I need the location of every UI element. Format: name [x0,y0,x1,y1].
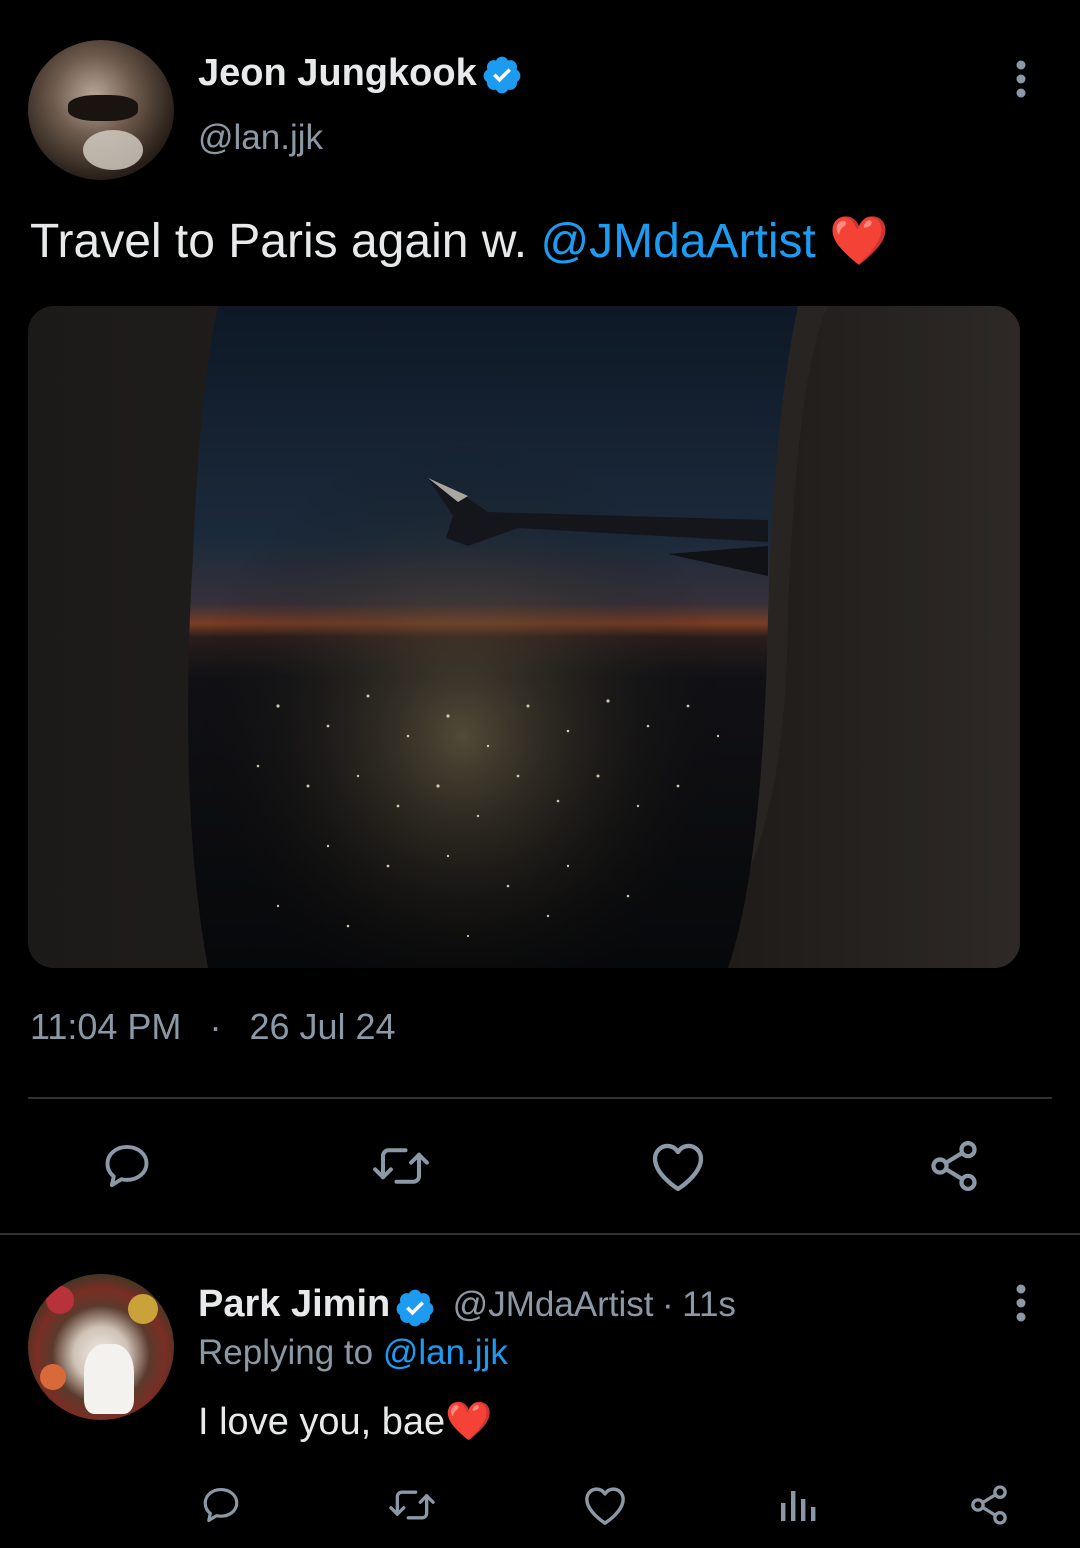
retweet-icon[interactable] [384,1480,440,1530]
retweet-icon[interactable] [368,1136,434,1196]
heart-icon[interactable] [580,1480,630,1530]
author-name[interactable]: Jeon Jungkook [198,52,523,96]
reply-time[interactable]: 11s [682,1285,736,1324]
divider [0,1233,1080,1235]
mention-link[interactable]: @JMdaArtist [540,215,815,268]
share-icon[interactable] [924,1136,984,1196]
tweet-image[interactable] [28,306,1020,968]
tweet-timestamp[interactable]: 11:04 PM · 26 Jul 24 [30,1006,396,1048]
replying-to-handle[interactable]: @lan.jjk [383,1333,508,1372]
reply-author-name[interactable]: Park Jimin [198,1283,390,1325]
reply-header: Park Jimin @JMdaArtist · 11s [198,1283,736,1333]
author-avatar[interactable] [28,40,174,180]
more-vertical-icon[interactable] [1000,1280,1042,1326]
verified-badge-icon [394,1287,436,1329]
replying-to: Replying to @lan.jjk [198,1333,508,1372]
share-icon[interactable] [964,1480,1014,1530]
heart-icon[interactable] [646,1136,710,1196]
tweet-text: Travel to Paris again w. @JMdaArtist ❤️ [30,215,889,268]
author-handle[interactable]: @lan.jjk [198,118,323,158]
reply-icon[interactable] [96,1136,158,1196]
airplane-window-photo [28,306,1020,968]
reply-icon[interactable] [196,1480,246,1530]
heart-emoji: ❤️ [829,215,889,268]
heart-emoji: ❤️ [445,1401,493,1443]
reply-author-handle[interactable]: @JMdaArtist [453,1285,654,1324]
reply-author-avatar[interactable] [28,1274,174,1420]
analytics-icon[interactable] [772,1480,822,1530]
reply-text: I love you, bae❤️ [198,1401,493,1443]
verified-badge-icon [481,54,523,96]
divider [28,1097,1052,1099]
more-vertical-icon[interactable] [1000,56,1042,102]
